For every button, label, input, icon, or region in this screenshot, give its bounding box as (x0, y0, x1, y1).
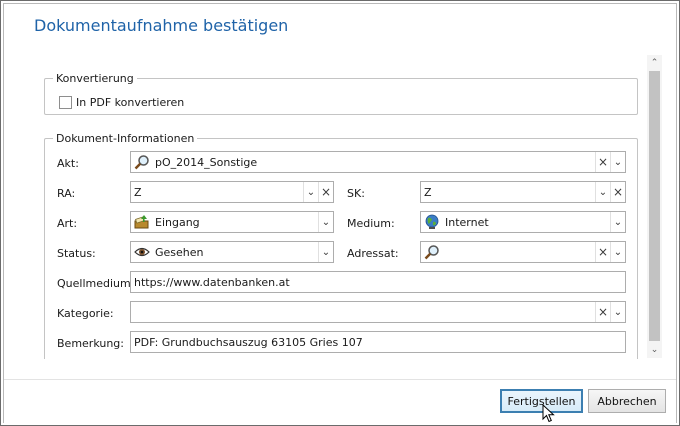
bemerkung-label: Bemerkung: (57, 337, 124, 350)
kategorie-clear-icon[interactable]: × (595, 302, 610, 322)
status-dropdown-icon[interactable]: ⌄ (318, 242, 333, 262)
adressat-label: Adressat: (347, 247, 399, 260)
ra-clear-icon[interactable]: × (318, 182, 333, 202)
ra-dropdown-icon[interactable]: ⌄ (303, 182, 318, 202)
art-dropdown[interactable]: Eingang ⌄ (130, 211, 334, 233)
eye-icon (133, 243, 151, 261)
search-icon (423, 243, 441, 261)
dialog-content: Konvertierung In PDF konvertieren Dokume… (31, 54, 664, 359)
dialog-footer: Fertigstellen Abbrechen (4, 380, 676, 424)
status-value: Gesehen (155, 245, 204, 259)
quellmedium-input[interactable]: https://www.datenbanken.at (130, 271, 626, 293)
kategorie-field[interactable]: × ⌄ (130, 301, 626, 323)
akt-dropdown-icon[interactable]: ⌄ (610, 152, 625, 172)
medium-dropdown-icon[interactable]: ⌄ (610, 212, 625, 232)
inbox-icon (133, 213, 151, 231)
art-value: Eingang (155, 215, 200, 229)
dialog-window: Dokumentaufnahme bestätigen ⌃ ⌄ Konverti… (0, 0, 680, 426)
art-label: Art: (57, 217, 78, 230)
sk-clear-icon[interactable]: × (610, 182, 625, 202)
dokument-informationen-legend: Dokument-Informationen (56, 132, 195, 145)
sk-field[interactable]: Z ⌄ × (420, 181, 626, 203)
konvertierung-legend: Konvertierung (56, 72, 134, 85)
medium-label: Medium: (347, 217, 395, 230)
bemerkung-input[interactable]: PDF: Grundbuchsauszug 63105 Gries 107 (130, 331, 626, 353)
adressat-field[interactable]: × ⌄ (420, 241, 626, 263)
adressat-dropdown-icon[interactable]: ⌄ (610, 242, 625, 262)
ra-value: Z (134, 185, 142, 199)
akt-label: Akt: (57, 157, 79, 170)
status-label: Status: (57, 247, 96, 260)
quellmedium-label: Quellmedium: (57, 277, 135, 290)
medium-dropdown[interactable]: Internet ⌄ (420, 211, 626, 233)
kategorie-label: Kategorie: (57, 307, 114, 320)
ra-label: RA: (57, 187, 76, 200)
akt-clear-icon[interactable]: × (595, 152, 610, 172)
ra-field[interactable]: Z ⌄ × (130, 181, 334, 203)
status-dropdown[interactable]: Gesehen ⌄ (130, 241, 334, 263)
globe-icon (423, 213, 441, 231)
medium-value: Internet (445, 215, 489, 229)
adressat-clear-icon[interactable]: × (595, 242, 610, 262)
art-dropdown-icon[interactable]: ⌄ (318, 212, 333, 232)
quellmedium-value[interactable]: https://www.datenbanken.at (131, 276, 625, 289)
sk-value: Z (424, 185, 432, 199)
pdf-convert-label[interactable]: In PDF konvertieren (76, 96, 184, 109)
bemerkung-value[interactable]: PDF: Grundbuchsauszug 63105 Gries 107 (131, 336, 625, 349)
sk-dropdown-icon[interactable]: ⌄ (595, 182, 610, 202)
akt-value: pO_2014_Sonstige (155, 155, 258, 169)
mouse-cursor-icon (542, 404, 555, 423)
dialog-title: Dokumentaufnahme bestätigen (34, 16, 289, 35)
pdf-convert-checkbox[interactable] (59, 95, 72, 109)
akt-field[interactable]: pO_2014_Sonstige × ⌄ (130, 151, 626, 173)
search-icon (133, 153, 151, 171)
cancel-button[interactable]: Abbrechen (588, 389, 666, 413)
kategorie-dropdown-icon[interactable]: ⌄ (610, 302, 625, 322)
sk-label: SK: (347, 187, 365, 200)
pdf-convert-row[interactable]: In PDF konvertieren (59, 95, 184, 109)
